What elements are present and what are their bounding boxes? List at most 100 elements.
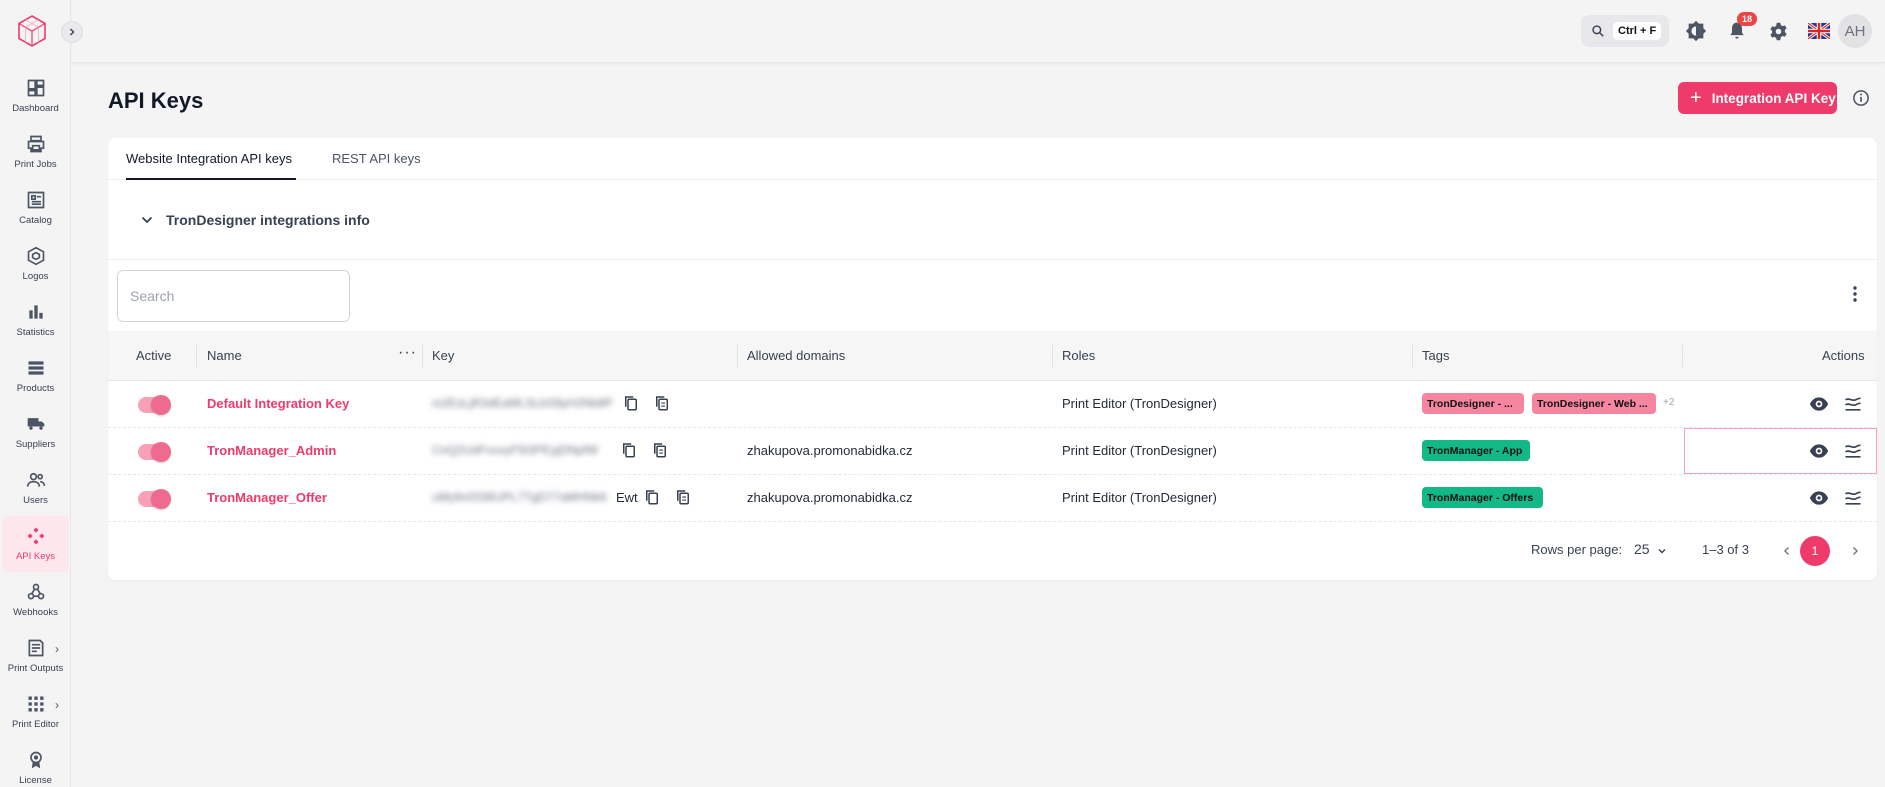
role: Print Editor (TronDesigner) <box>1062 490 1217 505</box>
role: Print Editor (TronDesigner) <box>1062 396 1217 411</box>
sidebar-item-label: Products <box>16 383 55 394</box>
column-header-key[interactable]: Key <box>432 348 454 363</box>
gear-icon <box>1769 22 1787 40</box>
column-separator <box>422 345 423 367</box>
language-selector[interactable] <box>1806 18 1832 44</box>
app-logo-icon[interactable] <box>16 14 48 48</box>
copy-icon[interactable] <box>643 488 661 506</box>
rows-per-page-select[interactable]: 25 <box>1634 541 1650 557</box>
search-shortcut: Ctrl + F <box>1613 22 1662 40</box>
sidebar-item-statistics[interactable]: Statistics <box>0 292 71 348</box>
tag-chip: TronDesigner - ... <box>1422 393 1524 414</box>
sidebar-item-webhooks[interactable]: Webhooks <box>0 572 71 628</box>
tab-bar: Website Integration API keys REST API ke… <box>108 138 1877 180</box>
brightness-icon <box>1685 20 1707 42</box>
chevron-right-icon[interactable] <box>1849 545 1861 557</box>
eye-icon[interactable] <box>1809 441 1829 461</box>
sidebar-item-print-outputs[interactable]: Print Outputs › <box>0 628 71 684</box>
history-settings-icon[interactable] <box>1843 394 1863 414</box>
copy-icon[interactable] <box>622 394 640 412</box>
sidebar-item-logos[interactable]: Logos <box>0 236 71 292</box>
accordion-title: TronDesigner integrations info <box>166 212 370 228</box>
active-toggle[interactable] <box>138 442 171 462</box>
chevron-down-icon[interactable] <box>1657 546 1667 556</box>
api-key-name-link[interactable]: Default Integration Key <box>207 396 349 411</box>
sidebar-item-label: API Keys <box>15 551 56 562</box>
column-header-active[interactable]: Active <box>136 348 171 363</box>
sidebar-item-print-editor[interactable]: Print Editor › <box>0 684 71 740</box>
sidebar-item-label: Webhooks <box>13 607 58 618</box>
sidebar-item-users[interactable]: Users <box>0 460 71 516</box>
sidebar-item-api-keys[interactable]: API Keys <box>2 516 69 572</box>
sidebar-item-label: Suppliers <box>15 439 56 450</box>
copy-snippet-icon[interactable] <box>653 394 671 412</box>
integrations-info-accordion[interactable]: TronDesigner integrations info <box>108 181 1877 260</box>
search-icon <box>1592 25 1604 37</box>
table-row: Default Integration Key m2EsLjR3dEaMLSLb… <box>108 381 1877 428</box>
sidebar-collapse-button[interactable] <box>61 21 83 43</box>
add-integration-api-key-button[interactable]: + Integration API Key <box>1678 82 1837 114</box>
active-toggle[interactable] <box>138 489 171 509</box>
column-header-name[interactable]: Name <box>207 348 242 363</box>
active-toggle[interactable] <box>138 395 171 415</box>
plus-icon: + <box>1690 87 1702 109</box>
api-key-value: uMy9v0336UPL7TgD77aMHNk6 <box>432 490 607 504</box>
column-separator <box>737 345 738 367</box>
sidebar-item-license[interactable]: License <box>0 740 71 787</box>
copy-snippet-icon[interactable] <box>651 441 669 459</box>
table-row: TronManager_Admin CnQ2UdFvuvyF5t3PEyjDNp… <box>108 428 1877 475</box>
license-icon <box>29 751 42 769</box>
notifications-button[interactable]: 18 <box>1724 12 1758 44</box>
tag-chip: TronDesigner - Web ... <box>1532 393 1656 414</box>
grid-icon <box>28 696 43 712</box>
notification-badge: 18 <box>1737 12 1758 26</box>
api-key-name-link[interactable]: TronManager_Admin <box>207 443 336 458</box>
sidebar-item-label: Logos <box>22 271 49 282</box>
rows-per-page-label: Rows per page: <box>1531 542 1623 557</box>
chevron-left-icon[interactable] <box>1781 545 1793 557</box>
webhook-icon <box>27 583 44 600</box>
page-button-current[interactable]: 1 <box>1800 536 1830 566</box>
copy-snippet-icon[interactable] <box>674 488 692 506</box>
more-vertical-icon[interactable] <box>1845 284 1865 304</box>
role: Print Editor (TronDesigner) <box>1062 443 1217 458</box>
eye-icon[interactable] <box>1809 488 1829 508</box>
avatar[interactable]: AH <box>1838 14 1872 48</box>
copy-icon[interactable] <box>620 441 638 459</box>
api-key-name-link[interactable]: TronManager_Offer <box>207 490 327 505</box>
sidebar-item-label: Statistics <box>16 327 55 338</box>
sidebar-item-suppliers[interactable]: Suppliers <box>0 404 71 460</box>
column-menu-icon[interactable]: ··· <box>398 344 417 362</box>
active-tab-indicator <box>126 178 296 180</box>
sidebar-item-print-jobs[interactable]: Print Jobs <box>0 124 71 180</box>
column-separator <box>196 345 197 367</box>
column-header-allowed-domains[interactable]: Allowed domains <box>747 348 845 363</box>
theme-toggle-button[interactable] <box>1683 18 1709 44</box>
sidebar-item-catalog[interactable]: Catalog <box>0 180 71 236</box>
bar-chart-icon <box>28 305 43 319</box>
column-separator <box>1682 345 1683 367</box>
settings-button[interactable] <box>1765 18 1791 44</box>
api-key-value: m2EsLjR3dEaMLSLbS9yH2Nb8P <box>432 396 613 410</box>
more-tags-count[interactable]: +2 <box>1663 397 1674 408</box>
tab-rest-api-keys[interactable]: REST API keys <box>332 151 421 166</box>
sidebar-item-label: Print Editor <box>12 719 59 730</box>
history-settings-icon[interactable] <box>1843 488 1863 508</box>
add-button-label: Integration API Key <box>1711 90 1836 106</box>
printer-icon <box>27 135 44 153</box>
history-settings-icon[interactable] <box>1843 441 1863 461</box>
chevron-down-icon <box>141 216 153 224</box>
eye-icon[interactable] <box>1809 394 1829 414</box>
column-header-tags[interactable]: Tags <box>1422 348 1449 363</box>
sidebar-item-products[interactable]: Products <box>0 348 71 404</box>
global-search-button[interactable]: Ctrl + F <box>1581 15 1669 47</box>
info-icon[interactable] <box>1852 89 1870 107</box>
sidebar-item-dashboard[interactable]: Dashboard <box>0 68 71 124</box>
truck-icon <box>27 418 44 430</box>
chevron-right-icon: › <box>55 642 59 656</box>
search-input[interactable] <box>117 270 350 322</box>
tab-website-integration[interactable]: Website Integration API keys <box>126 151 292 166</box>
column-header-roles[interactable]: Roles <box>1062 348 1095 363</box>
table-header: Active Name ··· Key Allowed domains Role… <box>108 331 1877 381</box>
chevron-right-icon: › <box>55 698 59 712</box>
